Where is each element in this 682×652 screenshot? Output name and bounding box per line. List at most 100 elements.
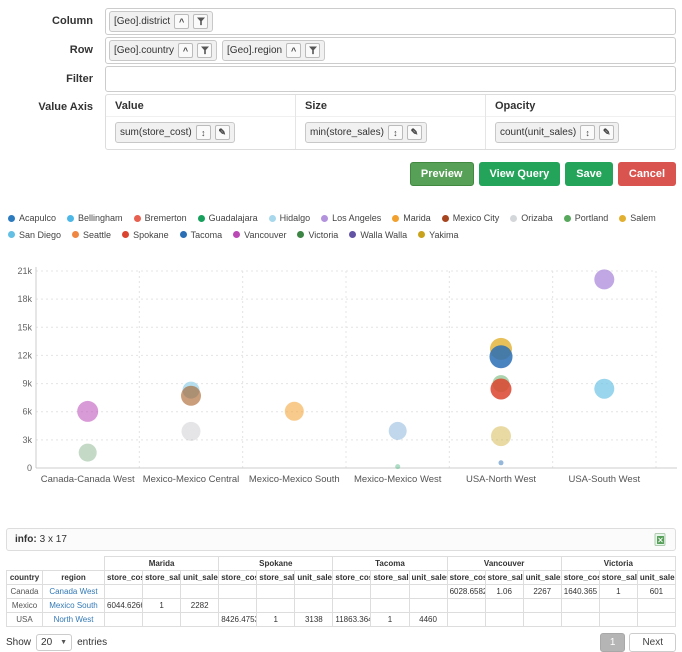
legend-item[interactable]: Guadalajara [198,210,258,226]
chart-bubble[interactable]: Mexico City [181,386,201,406]
page-number-button[interactable]: 1 [600,633,626,652]
legend-item[interactable]: Acapulco [8,210,56,226]
collapse-button[interactable]: ^ [174,14,189,29]
value-cell [637,599,675,613]
legend-dot-icon [619,215,626,222]
x-category-label: Mexico-Mexico South [249,474,340,485]
city-group-header: Victoria [561,557,675,571]
legend-dot-icon [349,231,356,238]
legend-item[interactable]: Tacoma [180,227,223,243]
legend-item[interactable]: Orizaba [510,210,553,226]
value-cell: 11863.3647 [333,613,371,627]
aggregator-select-button[interactable]: ↕ [580,125,595,140]
export-excel-button[interactable] [654,533,667,546]
legend-item[interactable]: San Diego [8,227,61,243]
view-query-button[interactable]: View Query [479,162,561,186]
chart-bubble[interactable]: Vancouver [77,401,98,422]
filter-row: Filter [0,66,676,92]
legend-item[interactable]: Spokane [122,227,169,243]
legend-label: Acapulco [19,210,56,226]
filter-button[interactable] [193,14,208,29]
bubble-chart-svg: 03k6k9k12k15k18k21kVancouverVictoriaHida… [0,259,682,495]
legend-item[interactable]: Yakima [418,227,458,243]
chart-bubble[interactable]: Marida [285,402,304,421]
preview-button[interactable]: Preview [410,162,474,186]
chart-bubble[interactable]: Bellingham [499,460,504,465]
chart-bubble[interactable]: Tacoma [490,345,513,368]
table-row: USA North West8426.47531313811863.364714… [7,613,676,627]
legend-item[interactable]: Salem [619,210,656,226]
legend-label: Spokane [133,227,169,243]
dimension-chip[interactable]: [Geo].region ^ [222,40,325,61]
next-page-button[interactable]: Next [629,633,676,652]
column-row: Column [Geo].district ^ [0,8,676,35]
aggregator-chip[interactable]: min(store_sales) ↕ ✎ [305,122,427,143]
legend-item[interactable]: Victoria [297,227,338,243]
row-dropzone[interactable]: [Geo].country ^ [Geo].region ^ [105,37,676,64]
value-axis-panel: Value sum(store_cost) ↕ ✎ Size min(store… [105,94,676,150]
chart-bubble[interactable]: Orizaba [182,422,201,441]
region-link[interactable]: Canada West [49,587,97,596]
value-cell [181,613,219,627]
aggregator-select-button[interactable]: ↕ [196,125,211,140]
legend-item[interactable]: Los Angeles [321,210,381,226]
legend-item[interactable]: Mexico City [442,210,500,226]
edit-aggregator-button[interactable]: ✎ [407,125,422,140]
legend-item[interactable]: Hidalgo [269,210,311,226]
value-cell [409,585,447,599]
legend-item[interactable]: Vancouver [233,227,286,243]
legend-item[interactable]: Portland [564,210,609,226]
filter-dropzone[interactable] [105,66,676,92]
action-bar: Preview View Query Save Cancel [0,162,676,186]
chart-bubble[interactable]: San Diego [594,379,614,399]
value-cell [523,613,561,627]
region-cell: Canada West [43,585,105,599]
value-cell [181,585,219,599]
city-group-header: Tacoma [333,557,447,571]
value-cell [219,599,257,613]
chart-bubble[interactable]: Guadalajara [395,464,400,469]
edit-aggregator-button[interactable]: ✎ [599,125,614,140]
cancel-button[interactable]: Cancel [618,162,676,186]
query-builder-form: Column [Geo].district ^ Row [Geo].countr… [0,0,682,150]
filter-button[interactable] [305,43,320,58]
aggregator-chip[interactable]: count(unit_sales) ↕ ✎ [495,122,619,143]
column-dropzone[interactable]: [Geo].district ^ [105,8,676,35]
legend-item[interactable]: Bellingham [67,210,123,226]
page-size-select[interactable]: 20 ▼ [36,634,72,651]
chart-bubble[interactable]: Spokane [491,379,512,400]
aggregator-chip[interactable]: sum(store_cost) ↕ ✎ [115,122,235,143]
legend-item[interactable]: Bremerton [134,210,187,226]
chart-bubble[interactable]: Los Angeles [594,269,614,289]
legend-item[interactable]: Marida [392,210,431,226]
aggregator-select-button[interactable]: ↕ [388,125,403,140]
y-tick-label: 0 [27,463,32,473]
legend-label: Guadalajara [209,210,258,226]
x-category-label: Mexico-Mexico West [354,474,442,485]
city-group-header-row: MaridaSpokaneTacomaVancouverVictoria [7,557,676,571]
legend-label: Salem [630,210,656,226]
value-cell: 6044.6266 [105,599,143,613]
legend-item[interactable]: Walla Walla [349,227,407,243]
chart-bubble[interactable]: Yakima [491,426,511,446]
dimension-chip-label: [Geo].region [227,45,282,56]
measure-header: store_cost [333,571,371,585]
dimension-chip[interactable]: [Geo].district ^ [109,11,213,32]
chart-bubble[interactable]: Acapulco [389,422,407,440]
select-caret-icon: ▼ [60,639,67,646]
legend-item[interactable]: Seattle [72,227,111,243]
filter-button[interactable] [197,43,212,58]
save-button[interactable]: Save [565,162,613,186]
table-row: Canada Canada West6028.65821.0622671640.… [7,585,676,599]
region-link[interactable]: North West [54,615,94,624]
value-cell [143,613,181,627]
region-link[interactable]: Mexico South [49,601,97,610]
collapse-button[interactable]: ^ [178,43,193,58]
edit-aggregator-button[interactable]: ✎ [215,125,230,140]
value-cell [257,585,295,599]
legend-label: Hidalgo [280,210,311,226]
dimension-chip[interactable]: [Geo].country ^ [109,40,217,61]
updown-icon: ↕ [201,128,206,138]
collapse-button[interactable]: ^ [286,43,301,58]
chart-bubble[interactable]: Victoria [79,444,97,462]
